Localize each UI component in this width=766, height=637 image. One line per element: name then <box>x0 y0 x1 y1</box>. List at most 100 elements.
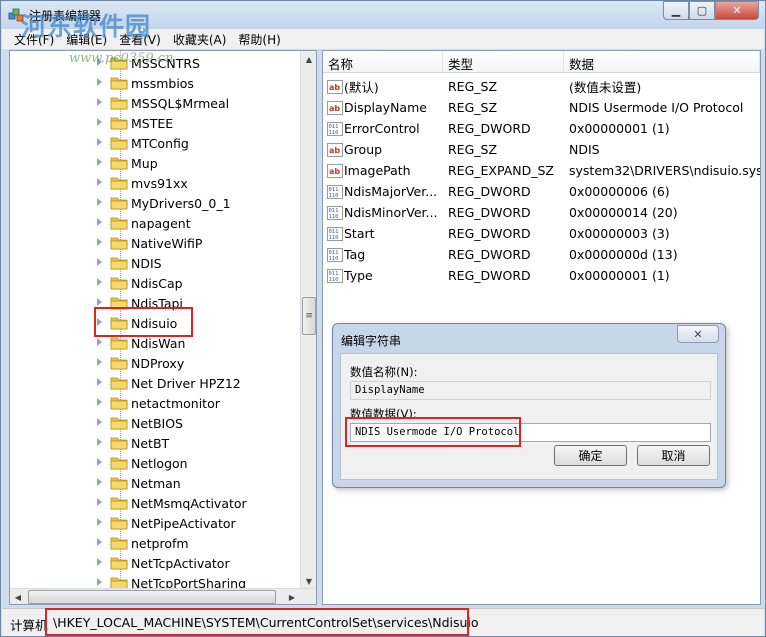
value-row[interactable]: ab Group REG_SZ NDIS <box>323 139 760 160</box>
edit-string-dialog: 编辑字符串 ✕ 数值名称(N): DisplayName 数值数据(V): ND… <box>332 323 726 488</box>
expand-arrow-icon[interactable] <box>97 378 102 386</box>
menu-help[interactable]: 帮助(H) <box>232 31 286 48</box>
value-type-cell: REG_DWORD <box>448 184 531 199</box>
tree-item-label: NetBT <box>131 436 170 451</box>
expand-arrow-icon[interactable] <box>97 258 102 266</box>
registry-editor-window: 注册表编辑器 ▁ ▢ ✕ 文件(F) 编辑(E) 查看(V) 收藏夹(A) 帮助… <box>0 0 766 637</box>
value-row[interactable]: ab DisplayName REG_SZ NDIS Usermode I/O Pro… <box>323 97 760 118</box>
maximize-button[interactable]: ▢ <box>689 1 715 20</box>
scroll-left-icon[interactable]: ◀ <box>10 589 26 604</box>
expand-arrow-icon[interactable] <box>97 518 102 526</box>
expand-arrow-icon[interactable] <box>97 158 102 166</box>
tree-item[interactable]: Netlogon <box>10 453 302 473</box>
expand-arrow-icon[interactable] <box>97 338 102 346</box>
expand-arrow-icon[interactable] <box>97 218 102 226</box>
folder-icon <box>110 397 128 410</box>
tree-item[interactable]: mssmbios <box>10 73 302 93</box>
tree-item-label: netprofm <box>131 536 189 551</box>
column-data-header[interactable]: 数据 <box>564 51 760 72</box>
expand-arrow-icon[interactable] <box>97 298 102 306</box>
tree-item-label: MyDrivers0_0_1 <box>131 196 231 211</box>
cancel-button[interactable]: 取消 <box>637 445 710 466</box>
tree-item[interactable]: NetTcpActivator <box>10 553 302 573</box>
expand-arrow-icon[interactable] <box>97 98 102 106</box>
tree-item-label: NativeWifiP <box>131 236 203 251</box>
tree-item[interactable]: Net Driver HPZ12 <box>10 373 302 393</box>
watermark-url: www.pc0359.cn <box>69 51 174 66</box>
value-row[interactable]: 011 110 Tag REG_DWORD 0x0000000d (13) <box>323 244 760 265</box>
expand-arrow-icon[interactable] <box>97 278 102 286</box>
expand-arrow-icon[interactable] <box>97 138 102 146</box>
tree-item[interactable]: NDProxy <box>10 353 302 373</box>
tree-item[interactable]: MyDrivers0_0_1 <box>10 193 302 213</box>
expand-arrow-icon[interactable] <box>97 578 102 586</box>
dialog-close-button[interactable]: ✕ <box>677 325 719 343</box>
expand-arrow-icon[interactable] <box>97 178 102 186</box>
tree-item[interactable]: MSTEE <box>10 113 302 133</box>
expand-arrow-icon[interactable] <box>97 78 102 86</box>
expand-arrow-icon[interactable] <box>97 558 102 566</box>
tree-hscroll-thumb[interactable] <box>28 590 276 604</box>
tree-item-label: mssmbios <box>131 76 194 91</box>
scroll-down-icon[interactable]: ▼ <box>301 573 316 589</box>
tree-item[interactable]: NativeWifiP <box>10 233 302 253</box>
tree-scroll-thumb[interactable]: ≡ <box>302 297 316 335</box>
column-type-header[interactable]: 类型 <box>443 51 564 72</box>
value-row[interactable]: ab ImagePath REG_EXPAND_SZ system32\DRIVERS… <box>323 160 760 181</box>
tree-item[interactable]: NDIS <box>10 253 302 273</box>
tree-horizontal-scrollbar[interactable]: ◀ ▶ <box>10 588 316 604</box>
expand-arrow-icon[interactable] <box>97 458 102 466</box>
value-name-cell: 011 110 NdisMajorVer... <box>323 184 443 199</box>
value-row[interactable]: ab (默认) REG_SZ (数值未设置) <box>323 76 760 97</box>
tree-item[interactable]: NetBT <box>10 433 302 453</box>
close-button[interactable]: ✕ <box>715 1 759 20</box>
tree-item-label: Mup <box>131 156 158 171</box>
menu-favorites[interactable]: 收藏夹(A) <box>167 31 233 48</box>
tree-item-label: NetPipeActivator <box>131 516 236 531</box>
tree-item[interactable]: MSSQL$Mrmeal <box>10 93 302 113</box>
folder-icon <box>110 157 128 170</box>
expand-arrow-icon[interactable] <box>97 498 102 506</box>
tree-item[interactable]: MTConfig <box>10 133 302 153</box>
expand-arrow-icon[interactable] <box>97 438 102 446</box>
ok-button[interactable]: 确定 <box>554 445 627 466</box>
value-row[interactable]: 011 110 ErrorControl REG_DWORD 0x00000001 (1… <box>323 118 760 139</box>
tree-item[interactable]: NetMsmqActivator <box>10 493 302 513</box>
value-row[interactable]: 011 110 NdisMinorVer... REG_DWORD 0x00000014… <box>323 202 760 223</box>
tree-item[interactable]: netactmonitor <box>10 393 302 413</box>
watermark-logo: 河东软件园 <box>21 12 152 41</box>
key-tree-pane[interactable]: MSSCNTRS mssmbios MSSQL$Mrmeal MSTEE MTConfi… <box>9 50 317 605</box>
scroll-right-icon[interactable]: ▶ <box>284 589 300 604</box>
tree-item[interactable]: NdisCap <box>10 273 302 293</box>
expand-arrow-icon[interactable] <box>97 538 102 546</box>
expand-arrow-icon[interactable] <box>97 478 102 486</box>
string-value-icon: ab <box>327 142 343 157</box>
binary-value-icon: 011110 <box>327 226 343 241</box>
value-row[interactable]: 011 110 Type REG_DWORD 0x00000001 (1) <box>323 265 760 286</box>
tree-item[interactable]: NetPipeActivator <box>10 513 302 533</box>
folder-icon <box>110 77 128 90</box>
tree-item[interactable]: Netman <box>10 473 302 493</box>
tree-vertical-scrollbar[interactable]: ▲ ≡ ▼ <box>300 51 316 589</box>
expand-arrow-icon[interactable] <box>97 418 102 426</box>
tree-item[interactable]: netprofm <box>10 533 302 553</box>
tree-item[interactable]: napagent <box>10 213 302 233</box>
column-name-header[interactable]: 名称 <box>323 51 443 72</box>
expand-arrow-icon[interactable] <box>97 238 102 246</box>
expand-arrow-icon[interactable] <box>97 118 102 126</box>
scroll-up-icon[interactable]: ▲ <box>301 51 316 67</box>
value-row[interactable]: 011 110 Start REG_DWORD 0x00000003 (3) <box>323 223 760 244</box>
tree-item[interactable]: Mup <box>10 153 302 173</box>
value-name-label: 数值名称(N): <box>350 365 418 379</box>
expand-arrow-icon[interactable] <box>97 198 102 206</box>
value-row[interactable]: 011 110 NdisMajorVer... REG_DWORD 0x00000006… <box>323 181 760 202</box>
tree-item[interactable]: mvs91xx <box>10 173 302 193</box>
value-type-cell: REG_EXPAND_SZ <box>448 163 554 178</box>
value-name-cell: 011 110 Start <box>323 226 443 241</box>
expand-arrow-icon[interactable] <box>97 358 102 366</box>
folder-icon <box>110 237 128 250</box>
tree-item[interactable]: NetBIOS <box>10 413 302 433</box>
minimize-button[interactable]: ▁ <box>663 1 689 20</box>
expand-arrow-icon[interactable] <box>97 398 102 406</box>
folder-icon <box>110 377 128 390</box>
